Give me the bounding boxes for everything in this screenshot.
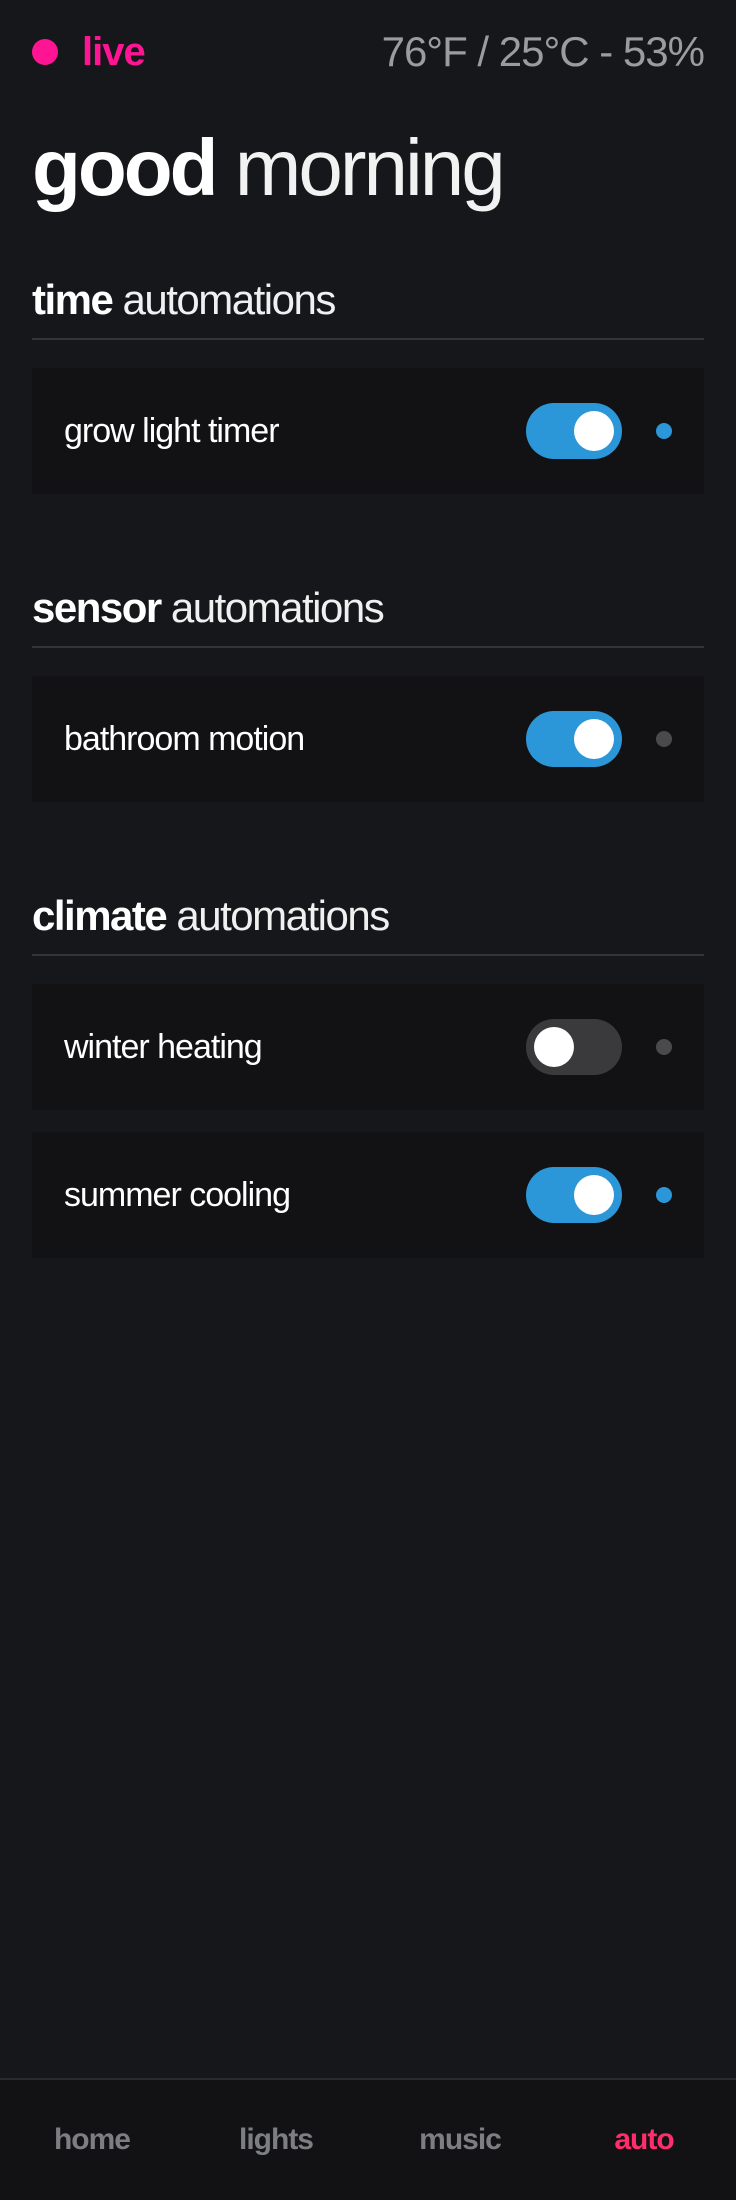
automation-card-bathroom-motion: bathroom motion [32, 676, 704, 802]
automation-card-summer-cooling: summer cooling [32, 1132, 704, 1258]
toggle-knob [574, 411, 614, 451]
toggle-knob [534, 1027, 574, 1067]
nav-item-auto[interactable]: auto [574, 2123, 714, 2157]
greeting-light: morning [234, 123, 506, 212]
automation-toggle[interactable] [526, 1019, 622, 1075]
status-dot-icon [656, 731, 672, 747]
live-indicator: live [32, 29, 146, 75]
live-dot-icon [32, 39, 58, 65]
climate-readout: 76°F / 25°C - 53% [381, 28, 705, 75]
section-title-light: automations [170, 584, 385, 631]
section-title-light: automations [176, 892, 390, 939]
automation-label: winter heating [64, 1027, 263, 1066]
section-title-bold: sensor [32, 584, 162, 631]
status-header: live 76°F / 25°C - 53% [32, 22, 705, 82]
status-dot-icon [656, 1039, 672, 1055]
automations-screen: live 76°F / 25°C - 53% good morning time… [0, 0, 736, 2200]
automation-label: grow light timer [64, 411, 280, 450]
nav-item-music[interactable]: music [390, 2123, 530, 2157]
section-climate-automations: climate automations winter heating summe… [32, 886, 704, 1258]
toggle-knob [574, 719, 614, 759]
section-sensor-automations: sensor automations bathroom motion [32, 578, 704, 802]
section-title-bold: climate [32, 892, 168, 939]
section-title: climate automations [32, 886, 704, 946]
status-dot-icon [656, 1187, 672, 1203]
section-title-bold: time [32, 276, 114, 323]
automation-label: summer cooling [64, 1175, 291, 1214]
section-time-automations: time automations grow light timer [32, 270, 704, 494]
section-divider [32, 338, 704, 340]
automation-label: bathroom motion [64, 719, 305, 758]
bottom-nav: home lights music auto [0, 2078, 736, 2200]
automation-card-grow-light-timer: grow light timer [32, 368, 704, 494]
status-dot-icon [656, 423, 672, 439]
automation-toggle[interactable] [526, 403, 622, 459]
automation-toggle[interactable] [526, 711, 622, 767]
automation-toggle[interactable] [526, 1167, 622, 1223]
section-divider [32, 954, 704, 956]
nav-item-home[interactable]: home [22, 2123, 162, 2157]
section-title: sensor automations [32, 578, 704, 638]
toggle-knob [574, 1175, 614, 1215]
live-label: live [82, 29, 146, 74]
section-title-light: automations [122, 276, 337, 323]
greeting-title: good morning [32, 118, 506, 218]
nav-item-lights[interactable]: lights [206, 2123, 346, 2157]
section-title: time automations [32, 270, 704, 330]
greeting-bold: good [32, 123, 218, 212]
automation-card-winter-heating: winter heating [32, 984, 704, 1110]
section-divider [32, 646, 704, 648]
